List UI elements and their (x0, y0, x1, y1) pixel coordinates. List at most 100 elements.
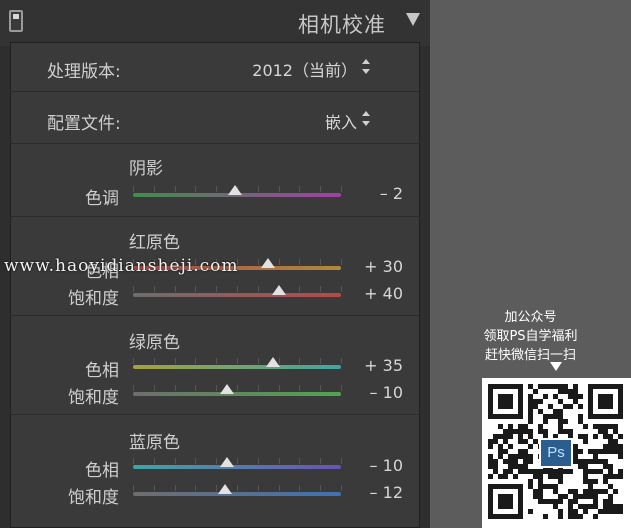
slider-tick (195, 186, 197, 192)
process-version-updown-icon[interactable] (361, 59, 371, 75)
slider-tick (216, 358, 218, 364)
slider-label: 色相 (85, 461, 119, 481)
slider-value[interactable]: – 2 (380, 184, 403, 203)
slider-tick (237, 358, 238, 364)
slider-track[interactable] (133, 392, 341, 396)
profile-label: 配置文件: (47, 114, 121, 134)
slider-tick (195, 358, 197, 364)
slider-tick (174, 186, 176, 192)
slider-ticks (133, 485, 342, 491)
slider-tick (153, 358, 155, 364)
slider-track[interactable] (133, 365, 341, 369)
slider-tick (320, 458, 322, 464)
slider-label: 饱和度 (68, 488, 119, 508)
slider-tick (174, 286, 176, 292)
slider-tick (257, 485, 259, 491)
slider-tick (257, 358, 259, 364)
slider-tick (278, 458, 280, 464)
slider-tick (174, 485, 176, 491)
slider-tick (153, 186, 155, 192)
divider (11, 315, 419, 316)
blue-primary-title: 蓝原色 (129, 433, 180, 453)
profile-updown-icon[interactable] (361, 111, 371, 127)
slider-tick (299, 485, 301, 491)
slider-thumb[interactable] (271, 285, 286, 295)
slider-thumb[interactable] (266, 357, 281, 367)
slider-tick (133, 458, 134, 464)
slider-tick (195, 485, 197, 491)
slider-tick (174, 458, 176, 464)
slider-tick (299, 186, 301, 192)
watermark-text: www.haoyidiansheji.com (4, 256, 239, 276)
profile-row: 配置文件: 嵌入 (11, 95, 419, 143)
blue-saturation-slider-row: 饱和度 – 12 (11, 480, 419, 508)
slider-tick (237, 385, 238, 391)
slider-tick (153, 286, 155, 292)
process-version-dropdown[interactable]: 2012（当前） (252, 57, 357, 81)
slider-track[interactable] (133, 465, 341, 469)
slider-track[interactable] (133, 492, 341, 496)
slider-tick (320, 286, 322, 292)
slider-value[interactable]: – 12 (370, 483, 403, 502)
promo-sidebar: 加公众号 领取PS自学福利 赶快微信扫一扫 Ps (430, 0, 631, 528)
slider-tick (133, 186, 134, 192)
slider-tick (174, 358, 176, 364)
panel-header: 相机校准 (0, 0, 430, 46)
divider (11, 414, 419, 415)
slider-tick (216, 385, 218, 391)
slider-tick (341, 286, 342, 292)
slider-thumb[interactable] (219, 384, 234, 394)
red-primary-title: 红原色 (129, 233, 180, 253)
blue-hue-slider-row: 色相 – 10 (11, 453, 419, 481)
slider-value[interactable]: – 10 (370, 383, 403, 402)
slider-thumb[interactable] (217, 484, 232, 494)
slider-label: 色相 (85, 361, 119, 381)
promo-line-2: 领取PS自学福利 (483, 329, 578, 344)
slider-tick (153, 485, 155, 491)
slider-tick (195, 458, 197, 464)
slider-tick (257, 259, 259, 265)
slider-tick (320, 259, 322, 265)
slider-tick (174, 385, 176, 391)
slider-tick (133, 385, 134, 391)
slider-thumb[interactable] (227, 185, 242, 195)
slider-tick (133, 358, 134, 364)
slider-tick (237, 286, 238, 292)
slider-track[interactable] (133, 293, 341, 297)
slider-tick (216, 458, 218, 464)
slider-tick (341, 385, 342, 391)
slider-tick (320, 485, 322, 491)
green-saturation-slider-row: 饱和度 – 10 (11, 380, 419, 408)
slider-value[interactable]: + 35 (364, 356, 403, 375)
collapse-triangle-icon[interactable] (406, 13, 420, 26)
slider-tick (320, 186, 322, 192)
slider-label: 饱和度 (68, 388, 119, 408)
slider-tick (341, 259, 342, 265)
shadows-tint-slider-row: 色调 – 2 (11, 181, 419, 209)
slider-thumb[interactable] (219, 457, 234, 467)
promo-line-1: 加公众号 (504, 310, 557, 325)
slider-tick (237, 458, 238, 464)
slider-value[interactable]: + 30 (364, 257, 403, 276)
slider-ticks (133, 286, 342, 292)
shadows-title: 阴影 (129, 159, 163, 179)
divider (11, 91, 419, 92)
panel-enable-toggle[interactable] (9, 10, 23, 32)
slider-thumb[interactable] (261, 258, 276, 268)
slider-value[interactable]: + 40 (364, 284, 403, 303)
slider-tick (320, 358, 322, 364)
slider-tick (216, 186, 218, 192)
profile-dropdown[interactable]: 嵌入 (325, 109, 357, 133)
process-version-row: 处理版本: 2012（当前） (11, 43, 419, 91)
green-primary-title: 绿原色 (129, 333, 180, 353)
slider-tick (257, 286, 259, 292)
slider-tick (216, 286, 218, 292)
slider-ticks (133, 458, 342, 464)
panel-body: 处理版本: 2012（当前） 配置文件: 嵌入 阴影 色调 – 2 红原色 色相 +… (10, 42, 420, 528)
divider (11, 143, 419, 144)
slider-tick (341, 186, 342, 192)
slider-tick (257, 458, 259, 464)
slider-tick (299, 358, 301, 364)
slider-tick (278, 186, 280, 192)
slider-value[interactable]: – 10 (370, 456, 403, 475)
